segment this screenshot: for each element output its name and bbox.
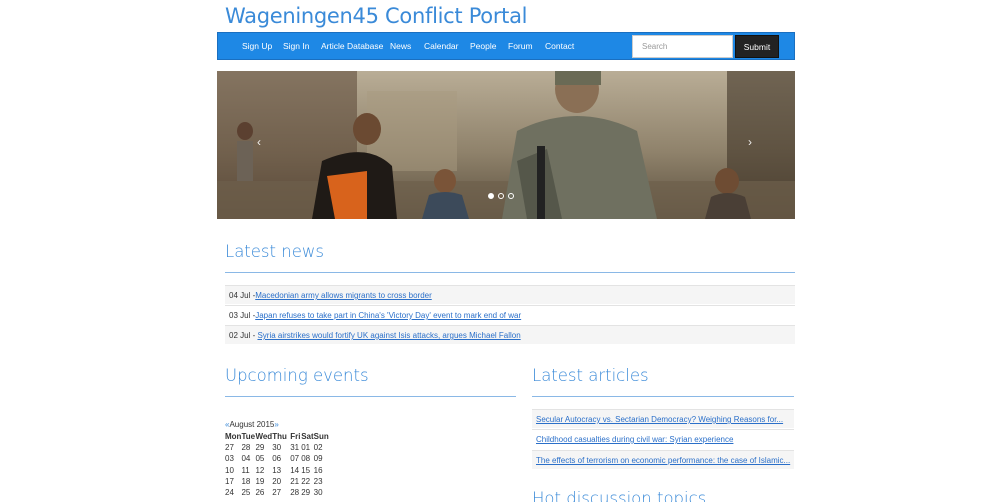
calendar-week: 10 11 12 13 14 15 16 [225, 465, 329, 476]
divider [225, 396, 516, 397]
calendar-week: 27 28 29 30 31 01 02 [225, 442, 329, 453]
calendar-day[interactable]: 26 [255, 487, 272, 498]
calendar-day[interactable]: 10 [225, 465, 241, 476]
nav-people[interactable]: People [470, 33, 496, 61]
article-link[interactable]: Childhood casualties during civil war: S… [536, 435, 733, 444]
news-item: 03 Jul -Japan refuses to take part in Ch… [225, 305, 795, 324]
carousel-dot[interactable] [508, 193, 514, 199]
weekday-header: Tue [241, 432, 256, 441]
calendar-day[interactable]: 11 [241, 465, 255, 476]
calendar-day[interactable]: 28 [241, 442, 255, 453]
news-item: 04 Jul -Macedonian army allows migrants … [225, 285, 795, 304]
calendar-grid: Mon Tue Wed Thu Fri Sat Sun 27 28 29 30 31 01… [225, 431, 329, 498]
calendar-day[interactable]: 01 [301, 442, 313, 453]
carousel-dot[interactable] [488, 193, 494, 199]
calendar-day[interactable]: 05 [255, 453, 272, 464]
news-date: 02 Jul - [229, 331, 258, 340]
calendar-day[interactable]: 14 [290, 465, 301, 476]
search-input[interactable] [632, 35, 733, 58]
latest-articles-heading: Latest articles [532, 366, 649, 385]
article-item: The effects of terrorism on economic per… [532, 450, 794, 469]
news-date: 04 Jul - [229, 291, 256, 300]
upcoming-events-heading: Upcoming events [225, 366, 369, 385]
calendar-day[interactable]: 07 [290, 453, 301, 464]
hot-discussion-heading: Hot discussion topics [532, 489, 707, 502]
site-title[interactable]: Wageningen45 Conflict Portal [225, 4, 528, 28]
weekday-header: Sun [313, 432, 329, 441]
article-link[interactable]: Secular Autocracy vs. Sectarian Democrac… [536, 415, 783, 424]
calendar-day[interactable]: 04 [241, 453, 255, 464]
calendar-day[interactable]: 13 [272, 465, 290, 476]
nav-forum[interactable]: Forum [508, 33, 533, 61]
calendar-day[interactable]: 20 [272, 476, 290, 487]
calendar-day[interactable]: 12 [255, 465, 272, 476]
calendar-day[interactable]: 27 [272, 487, 290, 498]
calendar-day[interactable]: 18 [241, 476, 255, 487]
nav-calendar[interactable]: Calendar [424, 33, 459, 61]
nav-news[interactable]: News [390, 33, 411, 61]
article-item: Childhood casualties during civil war: S… [532, 429, 794, 448]
calendar-day[interactable]: 03 [225, 453, 241, 464]
article-item: Secular Autocracy vs. Sectarian Democrac… [532, 409, 794, 428]
carousel-indicators [488, 193, 514, 199]
nav-sign-in[interactable]: Sign In [283, 33, 309, 61]
carousel-prev-icon[interactable]: ‹ [257, 135, 261, 149]
weekday-header: Wed [255, 432, 273, 441]
calendar-day[interactable]: 24 [225, 487, 241, 498]
calendar-day[interactable]: 15 [301, 465, 313, 476]
calendar-day[interactable]: 09 [314, 453, 329, 464]
calendar-day[interactable]: 27 [225, 442, 241, 453]
nav-contact[interactable]: Contact [545, 33, 574, 61]
divider [225, 272, 795, 273]
calendar-day[interactable]: 02 [314, 442, 329, 453]
calendar-month-nav: «August 2015» [225, 420, 279, 429]
calendar-day[interactable]: 21 [290, 476, 301, 487]
calendar-body: 27 28 29 30 31 01 02 03 04 05 06 07 08 09 10 11 12 13 14 15… [225, 442, 329, 498]
calendar-day[interactable]: 08 [301, 453, 313, 464]
news-link[interactable]: Macedonian army allows migrants to cross… [255, 291, 432, 300]
calendar-day[interactable]: 29 [255, 442, 272, 453]
calendar-day[interactable]: 29 [301, 487, 313, 498]
calendar-week: 24 25 26 27 28 29 30 [225, 487, 329, 498]
news-item: 02 Jul - Syria airstrikes would fortify … [225, 325, 795, 344]
calendar-day[interactable]: 25 [241, 487, 255, 498]
submit-button[interactable]: Submit [735, 35, 779, 58]
calendar-week: 17 18 19 20 21 22 23 [225, 476, 329, 487]
main-navbar: Sign Up Sign In Article Database News Ca… [217, 32, 795, 60]
calendar-week: 03 04 05 06 07 08 09 [225, 453, 329, 464]
weekday-header: Thu [272, 432, 287, 441]
latest-news-heading: Latest news [225, 242, 324, 261]
weekday-header: Fri [290, 432, 301, 441]
news-date: 03 Jul - [229, 311, 256, 320]
calendar-day[interactable]: 31 [290, 442, 301, 453]
calendar-day[interactable]: 17 [225, 476, 241, 487]
calendar-next-icon[interactable]: » [274, 420, 278, 429]
news-link[interactable]: Japan refuses to take part in China's 'V… [255, 311, 521, 320]
carousel-next-icon[interactable]: › [748, 135, 752, 149]
divider [532, 396, 794, 397]
news-link[interactable]: Syria airstrikes would fortify UK agains… [257, 331, 520, 340]
calendar-month-label: August 2015 [229, 420, 275, 429]
calendar-day[interactable]: 23 [314, 476, 329, 487]
hero-carousel[interactable]: ‹ › [217, 71, 795, 219]
calendar-day[interactable]: 22 [301, 476, 313, 487]
calendar-day[interactable]: 30 [272, 442, 290, 453]
calendar-day[interactable]: 30 [314, 487, 329, 498]
weekday-header: Sat [301, 432, 314, 441]
carousel-dot[interactable] [498, 193, 504, 199]
calendar-day[interactable]: 06 [272, 453, 290, 464]
weekday-header: Mon [225, 432, 242, 441]
calendar-day[interactable]: 28 [290, 487, 301, 498]
article-link[interactable]: The effects of terrorism on economic per… [536, 456, 790, 465]
calendar-day[interactable]: 19 [255, 476, 272, 487]
calendar-day[interactable]: 16 [314, 465, 329, 476]
nav-article-database[interactable]: Article Database [321, 33, 383, 61]
nav-sign-up[interactable]: Sign Up [242, 33, 272, 61]
